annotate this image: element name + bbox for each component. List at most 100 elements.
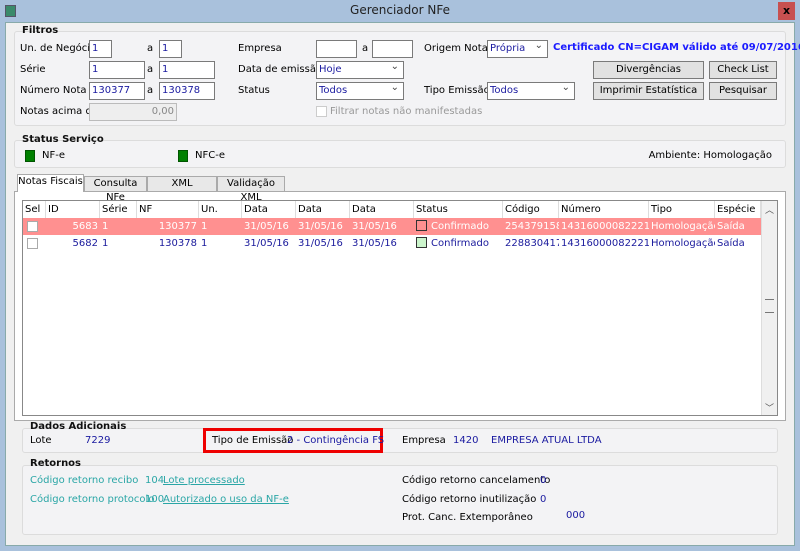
data-emissao-select[interactable]: Hoje — [316, 61, 404, 79]
cell-data_retorno: 31/05/16 — [352, 238, 397, 249]
protocolo-message-link[interactable]: Autorizado o uso da NF-e — [163, 494, 289, 505]
origem-nota-label: Origem Nota — [424, 43, 488, 54]
status-text: Confirmado — [431, 238, 490, 249]
table-row[interactable]: 5682 1 130378 1 31/05/16 31/05/16 31/05/16 Conf… — [23, 235, 761, 252]
imprimir-estatistica-button[interactable]: Imprimir Estatística — [593, 82, 704, 100]
protocolo-label: Código retorno protocolo — [30, 494, 155, 505]
column-header[interactable]: Código NFe — [503, 201, 559, 218]
empresa-label: Empresa — [402, 435, 446, 446]
divergencias-button[interactable]: Divergências — [593, 61, 704, 79]
range-a-label: a — [147, 85, 154, 96]
cell-protocolo: 143160000822214 — [561, 238, 649, 249]
cell-especie: Saída — [717, 221, 745, 232]
retornos-title: Retornos — [30, 458, 82, 469]
filtrar-checkbox[interactable] — [316, 106, 327, 117]
window-title: Gerenciador NFe — [350, 3, 450, 17]
cancelamento-value: 0 — [540, 475, 547, 486]
nfe-label: NF-e — [42, 150, 65, 161]
empresa-label: Empresa — [238, 43, 282, 54]
notas-acima-input[interactable]: 0,00 — [89, 103, 177, 121]
column-header[interactable]: Sel — [23, 201, 46, 218]
serie-label: Série — [20, 64, 46, 75]
column-header[interactable]: Número protocolo — [559, 201, 649, 218]
cell-serie: 1 — [102, 221, 109, 232]
tab-consulta-nfe[interactable]: Consulta NFe — [84, 176, 147, 203]
filtrar-label: Filtrar notas não manifestadas — [330, 106, 483, 117]
column-header[interactable]: Data envio — [296, 201, 350, 218]
column-header[interactable]: Data Nota — [242, 201, 296, 218]
cell-data_nota: 31/05/16 — [244, 238, 289, 249]
status-select[interactable]: Todos — [316, 82, 404, 100]
inutilizacao-value: 0 — [540, 494, 547, 505]
cell-nf: 130377 — [158, 221, 197, 232]
tab-notas-fiscais[interactable]: Notas Fiscais — [17, 174, 84, 192]
row-select-checkbox[interactable] — [27, 238, 38, 249]
cell-data_envio: 31/05/16 — [298, 238, 343, 249]
column-header[interactable]: Tipo ambiente — [649, 201, 715, 218]
un-negocio-from-input[interactable]: 1 — [89, 40, 112, 58]
un-negocio-to-input[interactable]: 1 — [159, 40, 182, 58]
column-header[interactable]: Espécie — [715, 201, 761, 218]
cell-status: Confirmado — [414, 218, 503, 235]
cell-codigo: 254379158 — [505, 221, 559, 232]
cell-especie: Saída — [717, 238, 745, 249]
scroll-down-icon[interactable]: ﹀ — [765, 401, 774, 414]
cell-data_envio: 31/05/16 — [298, 221, 343, 232]
status-color-icon — [416, 220, 427, 231]
empresa-from-input[interactable] — [316, 40, 357, 58]
check-list-button[interactable]: Check List — [709, 61, 777, 79]
tab-validacao-xml[interactable]: Validação XML — [217, 176, 285, 203]
nfe-status-indicator — [25, 150, 35, 162]
range-a-label: a — [362, 43, 369, 54]
empresa-to-input[interactable] — [372, 40, 413, 58]
tab-xml[interactable]: XML — [147, 176, 217, 192]
status-text: Confirmado — [431, 221, 490, 232]
scroll-thumb[interactable] — [765, 299, 774, 313]
table-row[interactable]: 5683 1 130377 1 31/05/16 31/05/16 31/05/16 Conf… — [23, 218, 761, 235]
cell-un: 1 — [201, 221, 208, 232]
data-emissao-label: Data de emissão — [238, 64, 323, 75]
protocolo-code: 100 — [145, 494, 165, 505]
cell-ambiente: Homologação — [651, 221, 715, 232]
un-negocio-label: Un. de Negócio — [20, 43, 97, 54]
serie-to-input[interactable]: 1 — [159, 61, 215, 79]
numero-nota-from-input[interactable]: 130377 — [89, 82, 145, 100]
inutilizacao-label: Código retorno inutilização — [402, 494, 537, 505]
extemporaneo-value: 000 — [566, 510, 586, 521]
vertical-scrollbar[interactable]: ︿ ﹀ — [761, 201, 777, 415]
column-header[interactable]: Data retorno — [350, 201, 414, 218]
extemporaneo-label: Prot. Canc. Extemporâneo — [402, 512, 533, 523]
empresa-code: 1420 — [453, 435, 479, 446]
cancelamento-label: Código retorno cancelamento — [402, 475, 551, 486]
dados-adicionais-group — [22, 428, 778, 453]
lote-value: 7229 — [85, 435, 111, 446]
cell-id: 5682 — [72, 238, 98, 249]
close-button[interactable]: x — [778, 2, 795, 20]
cell-status: Confirmado — [414, 235, 503, 252]
recibo-message-link[interactable]: Lote processado — [163, 475, 245, 486]
empresa-name: EMPRESA ATUAL LTDA — [491, 435, 602, 446]
pesquisar-button[interactable]: Pesquisar — [709, 82, 777, 100]
nfce-status-indicator — [178, 150, 188, 162]
column-header[interactable]: Série — [100, 201, 137, 218]
certificado-text: Certificado CN=CIGAM válido até 09/07/20… — [553, 42, 800, 53]
lote-label: Lote — [30, 435, 52, 446]
ambiente-label: Ambiente: Homologação — [648, 150, 772, 161]
dados-adicionais-title: Dados Adicionais — [30, 421, 127, 432]
numero-nota-to-input[interactable]: 130378 — [159, 82, 215, 100]
row-select-checkbox[interactable] — [27, 221, 38, 232]
origem-nota-select[interactable]: Própria — [487, 40, 548, 58]
scroll-up-icon[interactable]: ︿ — [765, 203, 774, 216]
numero-nota-label: Número Nota — [20, 85, 87, 96]
tipo-emissao-select[interactable]: Todos — [487, 82, 575, 100]
column-header[interactable]: ID — [46, 201, 100, 218]
column-header[interactable]: Status — [414, 201, 503, 218]
cell-un: 1 — [201, 238, 208, 249]
tipo-emissao-label: Tipo Emissão — [424, 85, 490, 96]
column-header[interactable]: Un. Neg. — [199, 201, 242, 218]
tipo-emissao-label: Tipo de Emissão — [212, 435, 294, 446]
column-header[interactable]: NF — [137, 201, 199, 218]
serie-from-input[interactable]: 1 — [89, 61, 145, 79]
status-servico-title: Status Serviço — [22, 134, 104, 145]
status-color-icon — [416, 237, 427, 248]
